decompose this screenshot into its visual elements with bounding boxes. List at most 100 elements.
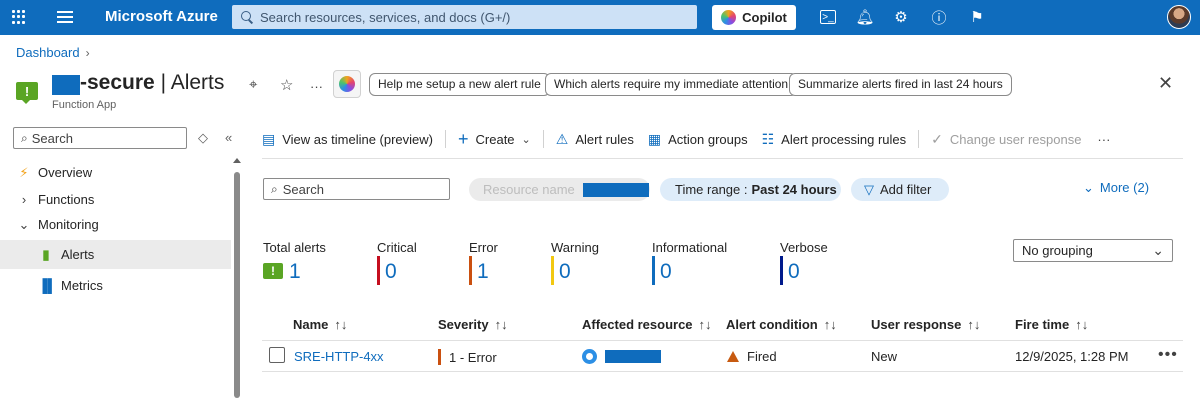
column-header-fire-time[interactable]: Fire time ↑↓ [1015,317,1088,332]
sidebar-item-alerts[interactable]: ▮ Alerts [0,240,231,269]
sort-icon: ↑↓ [698,317,712,332]
scrollbar-thumb[interactable] [234,172,240,398]
summary-value: 1 [289,260,301,283]
column-header-label: Affected resource [582,317,693,332]
sort-icon: ↑↓ [494,317,508,332]
more-actions-icon[interactable]: ··· [310,79,323,94]
alerts-search-input[interactable]: ⌕ Search [263,178,450,200]
breadcrumb-dashboard[interactable]: Dashboard [16,45,80,60]
sidebar-item-label: Overview [38,165,93,180]
pin-icon[interactable]: ⌖ [249,76,257,93]
copilot-prompt-button[interactable] [333,70,361,98]
processing-rules-icon: ☷ [761,130,775,147]
summary-value: 0 [788,260,800,283]
warning-icon [727,351,739,362]
summary-critical[interactable]: Critical 0 [377,240,417,285]
sort-icon: ↑↓ [967,317,981,332]
column-header-label: Severity [438,317,489,332]
sidebar-item-monitoring[interactable]: ⌄ Monitoring [0,210,231,239]
global-search-input[interactable]: Search resources, services, and docs (G+… [232,5,697,29]
notifications-icon[interactable]: 🔔︎ [855,8,874,26]
portal-menu-icon[interactable] [57,11,73,23]
resource-name-filter[interactable]: Resource name [469,178,650,201]
column-header-alert-condition[interactable]: Alert condition ↑↓ [726,317,837,332]
page-title: -secure | Alerts [80,71,224,95]
row-more-icon[interactable]: ••• [1158,346,1178,364]
global-search-placeholder: Search resources, services, and docs (G+… [260,9,511,25]
divider [262,340,1183,341]
sidebar-item-label: Metrics [61,278,103,293]
prompt-chip-attention[interactable]: Which alerts require my immediate attent… [545,73,798,96]
alert-processing-rules-button[interactable]: ☷ Alert processing rules [762,131,907,148]
checkmark-icon: ✓ [931,130,943,147]
column-header-name[interactable]: Name ↑↓ [293,317,347,332]
table-cell-fire-time: 12/9/2025, 1:28 PM [1015,349,1128,364]
view-timeline-button[interactable]: ▤ View as timeline (preview) [262,131,433,148]
time-range-filter[interactable]: Time range : Past 24 hours [660,178,841,201]
summary-informational[interactable]: Informational 0 [652,240,727,285]
cloud-shell-icon[interactable]: >_ [820,10,836,24]
sidebar-search-input[interactable]: ⌕ Search [13,127,187,149]
alert-rules-label: Alert rules [575,131,634,147]
search-icon: ⌕ [271,181,278,196]
alert-rules-button[interactable]: ⚠︎ Alert rules [556,131,634,148]
summary-error[interactable]: Error 1 [469,240,498,285]
column-header-severity[interactable]: Severity ↑↓ [438,317,508,332]
action-groups-button[interactable]: ▦ Action groups [648,131,748,148]
chevron-right-icon: › [85,45,90,60]
sidebar-item-label: Alerts [61,247,95,262]
brand-title[interactable]: Microsoft Azure [105,8,218,25]
collapse-sidebar-icon[interactable]: « [225,130,232,145]
prompt-chip-summarize[interactable]: Summarize alerts fired in last 24 hours [789,73,1012,96]
column-header-label: Fire time [1015,317,1070,332]
fire-time-value: 12/9/2025, 1:28 PM [1015,349,1129,364]
close-icon[interactable]: ✕ [1158,73,1173,94]
row-select-checkbox[interactable] [269,347,285,363]
scroll-up-arrow-icon[interactable] [233,158,241,163]
page-title-section: | Alerts [160,71,225,94]
command-bar: ▤ View as timeline (preview) + Create ⌄ … [262,127,1110,151]
table-cell-affected-resource[interactable] [582,349,661,364]
function-app-icon: ⚡︎ [19,164,29,180]
summary-verbose[interactable]: Verbose 0 [780,240,828,285]
grouping-value: No grouping [1022,243,1093,258]
create-button[interactable]: + Create ⌄ [458,129,531,150]
column-header-label: User response [871,317,962,332]
action-groups-label: Action groups [668,131,748,147]
alert-name-link[interactable]: SRE-HTTP-4xx [294,349,384,364]
chevron-down-icon: ⌄ [1083,180,1094,195]
add-filter-button[interactable]: ▽ Add filter [851,178,949,201]
sort-toggle-icon[interactable]: ◇ [198,130,208,146]
summary-total-alerts[interactable]: Total alerts ! 1 [263,240,326,283]
divider [542,130,544,148]
app-launcher-icon[interactable] [12,10,26,24]
feedback-icon[interactable]: ⚑ [968,8,986,26]
table-cell-alert-condition: Fired [727,349,777,364]
divider [445,130,446,148]
more-commands-icon[interactable]: ··· [1097,132,1110,147]
settings-icon[interactable]: ⚙ [892,8,910,26]
column-header-user-response[interactable]: User response ↑↓ [871,317,980,332]
prompt-chip-setup-rule[interactable]: Help me setup a new alert rule [369,73,550,96]
more-filters-link[interactable]: ⌄ More (2) [1083,180,1149,196]
user-response-value: New [871,349,898,364]
timeline-icon: ▤ [262,130,276,147]
copilot-button[interactable]: Copilot [712,5,796,30]
sidebar-item-metrics[interactable]: ▐▌ Metrics [0,271,231,300]
summary-label: Error [469,240,498,255]
change-user-response-label: Change user response [949,131,1082,147]
change-user-response-button[interactable]: ✓ Change user response [931,131,1081,148]
sidebar-search-placeholder: Search [31,130,73,146]
help-icon[interactable]: ⓘ [930,8,948,27]
summary-warning[interactable]: Warning 0 [551,240,599,285]
chevron-right-icon: › [21,192,27,207]
summary-label: Total alerts [263,240,326,255]
sidebar-scrollbar[interactable] [233,158,241,398]
column-header-affected-resource[interactable]: Affected resource ↑↓ [582,317,712,332]
breadcrumb: Dashboard › [16,45,90,60]
alert-name[interactable]: SRE-HTTP-4xx [294,349,384,364]
grouping-select[interactable]: No grouping ⌄ [1013,239,1173,262]
avatar[interactable] [1167,5,1191,29]
favorite-star-icon[interactable]: ☆ [280,76,293,94]
sidebar-item-overview[interactable]: ⚡︎ Overview [0,158,231,187]
